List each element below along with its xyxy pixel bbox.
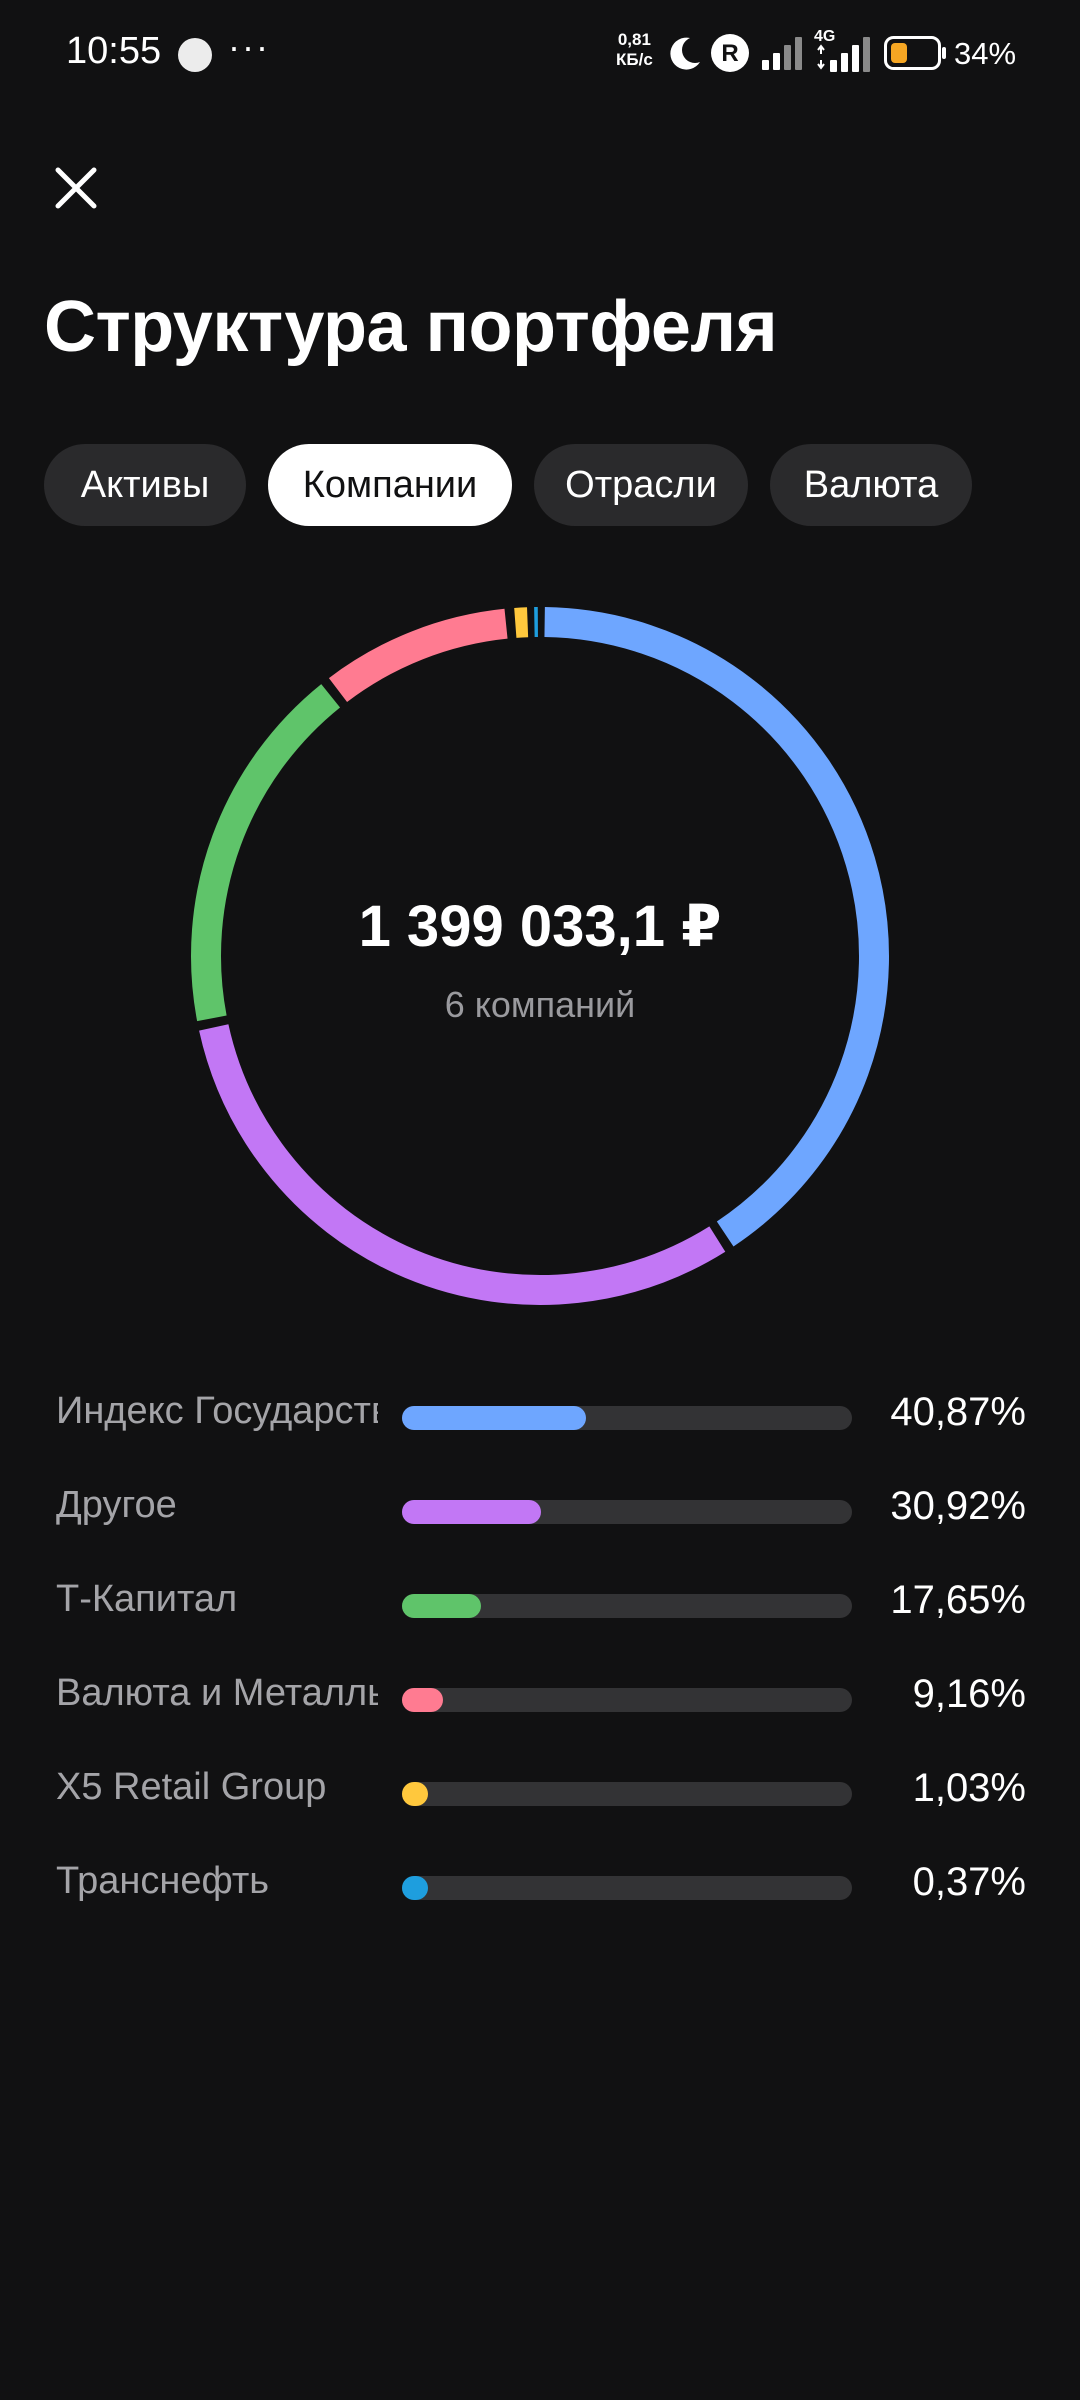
portfolio-structure-screen: 10:55 ··· 0,81 КБ/с R 4G 34% Структура п… [0,0,1080,2400]
company-name: Валюта и Металлы [56,1672,378,1714]
allocation-bar-fill [402,1782,428,1806]
list-item[interactable]: Валюта и Металлы 9,16% [0,1652,1080,1746]
company-name: Транснефть [56,1860,270,1902]
tab-assets[interactable]: Активы [44,444,246,526]
list-item[interactable]: Другое 30,92% [0,1464,1080,1558]
close-icon [55,167,97,209]
r-badge-icon: R [711,34,749,72]
allocation-bar-track [402,1594,852,1618]
company-name: Индекс Государственных облигаций [56,1390,378,1432]
allocation-percent: 1,03% [912,1766,1026,1810]
company-name: Другое [56,1484,177,1526]
allocation-bar-fill [402,1500,542,1524]
list-item[interactable]: Транснефть 0,37% [0,1840,1080,1934]
svg-text:R: R [721,40,738,67]
network-speed-value: 0,81 [617,30,651,49]
portfolio-total-value: 1 399 033,1 ₽ [358,894,722,959]
companies-count: 6 компаний [444,984,636,1025]
page-title: Структура портфеля [44,287,778,367]
battery-percent: 34% [954,36,1017,71]
network-speed: 0,81 КБ/с [616,30,653,70]
allocation-bar-track [402,1782,852,1806]
battery-icon [884,36,946,70]
donut-center: 1 399 033,1 ₽ 6 компаний [190,606,890,1306]
allocation-percent: 40,87% [890,1390,1026,1434]
status-time: 10:55 [66,30,162,72]
signal-icon [762,37,802,70]
notification-dot-icon [178,38,212,72]
list-item[interactable]: Индекс Государственных облигаций 40,87% [0,1370,1080,1464]
allocation-percent: 9,16% [912,1672,1026,1716]
portfolio-donut-chart: 1 399 033,1 ₽ 6 компаний [190,606,890,1306]
allocation-bar-fill [402,1688,444,1712]
allocation-percent: 30,92% [890,1484,1026,1528]
tab-currency[interactable]: Валюта [770,444,972,526]
company-name: Т-Капитал [56,1578,238,1620]
close-button[interactable] [48,160,104,216]
allocation-percent: 0,37% [912,1860,1026,1904]
status-bar: 10:55 ··· 0,81 КБ/с R 4G 34% [0,0,1080,110]
signal-4g-icon: 4G [814,28,874,72]
list-item[interactable]: Т-Капитал 17,65% [0,1558,1080,1652]
moon-icon [670,37,700,70]
list-item[interactable]: X5 Retail Group 1,03% [0,1746,1080,1840]
more-notifications-icon: ··· [228,26,270,67]
allocation-bar-fill [402,1406,586,1430]
company-name: X5 Retail Group [56,1766,327,1808]
allocation-bar-fill [402,1594,482,1618]
allocation-bar-track [402,1500,852,1524]
allocation-bar-fill [402,1876,428,1900]
tab-industries[interactable]: Отрасли [534,444,748,526]
network-speed-unit: КБ/с [616,50,653,69]
allocation-bar-track [402,1876,852,1900]
allocation-bar-track [402,1406,852,1430]
tab-companies[interactable]: Компании [268,444,512,526]
allocation-bar-track [402,1688,852,1712]
allocation-percent: 17,65% [890,1578,1026,1622]
